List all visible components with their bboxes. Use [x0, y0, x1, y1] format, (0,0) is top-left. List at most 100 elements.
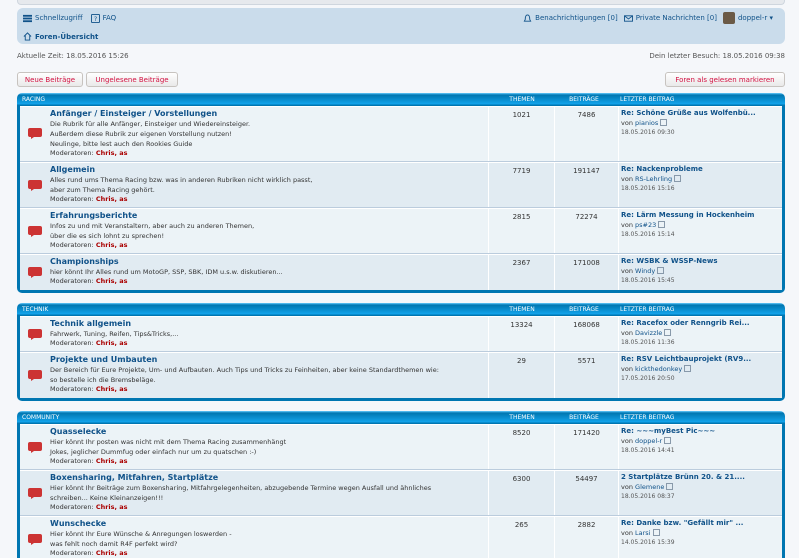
- view-latest-icon[interactable]: [658, 220, 666, 228]
- breadcrumb-index: Foren-Übersicht: [35, 32, 99, 41]
- last-post-author[interactable]: kickthedonkey: [635, 365, 682, 373]
- forum-description: Der Bereich für Eure Projekte, Um- und A…: [50, 366, 439, 384]
- forum-unread-icon: [28, 180, 42, 191]
- last-post: Re: Danke bzw. "Gefällt mir" ... von Lar…: [618, 517, 782, 558]
- topic-count: 1021: [488, 107, 554, 161]
- forum-moderators: Moderatoren: Chris, as: [50, 385, 128, 393]
- last-post-title[interactable]: Re: Schöne Grüße aus Wolfenbü...: [621, 109, 782, 117]
- forum-title[interactable]: Projekte und Umbauten: [50, 355, 157, 364]
- post-count: 191147: [554, 163, 618, 207]
- category-title[interactable]: COMMUNITY: [22, 414, 59, 421]
- forum-title[interactable]: Allgemein: [50, 165, 95, 174]
- forum-moderators: Moderatoren: Chris, as: [50, 339, 128, 347]
- forum-moderators: Moderatoren: Chris, as: [50, 503, 128, 511]
- view-latest-icon[interactable]: [657, 266, 665, 274]
- col-topics: THEMEN: [509, 414, 535, 421]
- topic-count: 29: [488, 353, 554, 398]
- last-post-date: 18.05.2016 15:45: [621, 277, 675, 284]
- col-posts: BEITRÄGE: [569, 96, 599, 103]
- user-menu[interactable]: doppel-r ▾: [722, 12, 773, 24]
- post-count: 7486: [554, 107, 618, 161]
- quicklinks-menu[interactable]: Schnellzugriff: [23, 14, 83, 23]
- col-last: LETZTER BEITRAG: [620, 414, 675, 421]
- last-post: Re: WSBK & WSSP-News von Windy 18.05.201…: [618, 255, 782, 290]
- last-post-author[interactable]: ps#23: [635, 221, 656, 229]
- forum-title[interactable]: Technik allgemein: [50, 319, 131, 328]
- pm-count: [0]: [704, 14, 717, 22]
- last-post-author[interactable]: Windy: [635, 267, 655, 275]
- category-header: RACING THEMEN BEITRÄGE LETZTER BEITRAG: [20, 93, 782, 106]
- view-latest-icon[interactable]: [674, 174, 682, 182]
- forum-moderators: Moderatoren: Chris, as: [50, 457, 128, 465]
- forum-title[interactable]: Quasselecke: [50, 427, 106, 436]
- forum-row: Championships hier könnt Ihr Alles rund …: [20, 254, 782, 290]
- view-latest-icon[interactable]: [664, 328, 672, 336]
- topic-count: 13324: [488, 317, 554, 351]
- new-posts-button[interactable]: Neue Beiträge: [17, 72, 83, 87]
- view-latest-icon[interactable]: [660, 118, 668, 126]
- forum-title[interactable]: Wunschecke: [50, 519, 106, 528]
- post-count: 168068: [554, 317, 618, 351]
- forum-unread-icon: [28, 442, 42, 453]
- last-post-title[interactable]: Re: RSV Leichtbauprojekt (RV9...: [621, 355, 782, 363]
- unread-posts-button[interactable]: Ungelesene Beiträge: [86, 72, 178, 87]
- view-latest-icon[interactable]: [684, 364, 692, 372]
- last-post-title[interactable]: Re: Nackenprobleme: [621, 165, 782, 173]
- quicklinks-label: Schnellzugriff: [35, 14, 83, 22]
- forum-row: Boxensharing, Mitfahren, Startplätze Hie…: [20, 470, 782, 516]
- last-post-date: 18.05.2016 11:36: [621, 339, 675, 346]
- topic-count: 8520: [488, 425, 554, 469]
- col-last: LETZTER BEITRAG: [620, 96, 675, 103]
- avatar: [722, 12, 735, 24]
- forum-row: Projekte und Umbauten Der Bereich für Eu…: [20, 352, 782, 398]
- breadcrumb[interactable]: Foren-Übersicht: [23, 32, 98, 41]
- forum-title[interactable]: Championships: [50, 257, 119, 266]
- col-posts: BEITRÄGE: [569, 306, 599, 313]
- forum-row: Erfahrungsberichte Infos zu und mit Vera…: [20, 208, 782, 254]
- view-latest-icon[interactable]: [652, 528, 660, 536]
- forum-moderators: Moderatoren: Chris, as: [50, 241, 128, 249]
- last-post-author[interactable]: pianios: [635, 119, 658, 127]
- last-post-author[interactable]: Glemene: [635, 483, 664, 491]
- last-post-title[interactable]: 2 Startplätze Brünn 20. & 21....: [621, 473, 782, 481]
- forum-description: hier könnt Ihr Alles rund um MotoGP, SSP…: [50, 268, 283, 276]
- forum-moderators: Moderatoren: Chris, as: [50, 277, 128, 285]
- category-title[interactable]: TECHNIK: [22, 306, 48, 313]
- action-buttons: Neue Beiträge Ungelesene Beiträge Foren …: [17, 72, 785, 88]
- category-community: COMMUNITY THEMEN BEITRÄGE LETZTER BEITRA…: [17, 411, 785, 558]
- last-post-author[interactable]: Davizzle: [635, 329, 662, 337]
- forum-title[interactable]: Anfänger / Einsteiger / Vorstellungen: [50, 109, 217, 118]
- last-post-title[interactable]: Re: ~~~myBest Pic~~~: [621, 427, 782, 435]
- forum-title[interactable]: Boxensharing, Mitfahren, Startplätze: [50, 473, 218, 482]
- last-post-author[interactable]: doppel-r: [635, 437, 662, 445]
- forum-description: Infos zu und mit Veranstaltern, aber auc…: [50, 222, 255, 240]
- view-latest-icon[interactable]: [666, 482, 674, 490]
- category-header: TECHNIK THEMEN BEITRÄGE LETZTER BEITRAG: [20, 303, 782, 316]
- view-latest-icon[interactable]: [664, 436, 672, 444]
- last-post: Re: Lärm Messung in Hockenheim von ps#23…: [618, 209, 782, 253]
- last-post-title[interactable]: Re: WSBK & WSSP-News: [621, 257, 782, 265]
- last-post-title[interactable]: Re: Danke bzw. "Gefällt mir" ...: [621, 519, 782, 527]
- forum-description: Die Rubrik für alle Anfänger, Einsteiger…: [50, 120, 251, 148]
- forum-row: Allgemein Alles rund ums Thema Racing bz…: [20, 162, 782, 208]
- last-post-author[interactable]: RS-Lehrling: [635, 175, 672, 183]
- forum-description: Fahrwerk, Tuning, Reifen, Tips&Tricks,..…: [50, 330, 179, 338]
- notifications-link[interactable]: Benachrichtigungen [0]: [523, 13, 618, 23]
- home-icon: [23, 32, 32, 41]
- forum-unread-icon: [28, 534, 42, 545]
- category-header: COMMUNITY THEMEN BEITRÄGE LETZTER BEITRA…: [20, 411, 782, 424]
- mark-read-button[interactable]: Foren als gelesen markieren: [665, 72, 785, 87]
- pm-link[interactable]: Private Nachrichten [0]: [623, 14, 717, 23]
- question-icon: ?: [90, 13, 100, 23]
- topic-count: 2815: [488, 209, 554, 253]
- last-post: 2 Startplätze Brünn 20. & 21.... von Gle…: [618, 471, 782, 515]
- last-post-author[interactable]: Larsi: [635, 529, 650, 537]
- col-last: LETZTER BEITRAG: [620, 306, 675, 313]
- category-title[interactable]: RACING: [22, 96, 45, 103]
- last-post-title[interactable]: Re: Lärm Messung in Hockenheim: [621, 211, 782, 219]
- category-technik: TECHNIK THEMEN BEITRÄGE LETZTER BEITRAG …: [17, 303, 785, 401]
- forum-title[interactable]: Erfahrungsberichte: [50, 211, 137, 220]
- faq-link[interactable]: ? FAQ: [90, 13, 116, 23]
- last-post: Re: Schöne Grüße aus Wolfenbü... von pia…: [618, 107, 782, 161]
- last-post-title[interactable]: Re: Racefox oder Renngrib Rei...: [621, 319, 782, 327]
